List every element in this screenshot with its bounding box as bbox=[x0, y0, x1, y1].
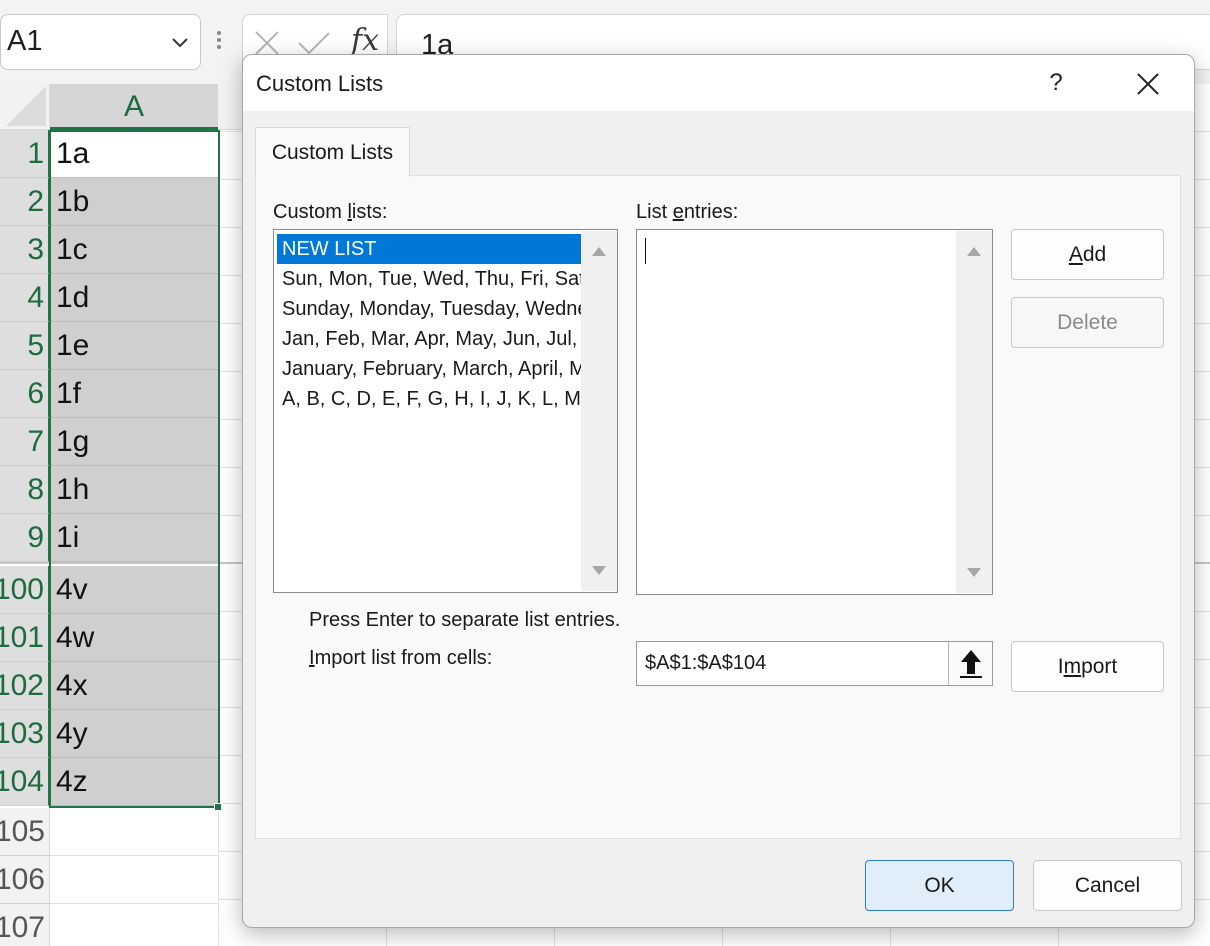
list-item[interactable]: Jan, Feb, Mar, Apr, May, Jun, Jul, bbox=[277, 324, 583, 354]
cell[interactable]: 1e bbox=[50, 322, 218, 370]
list-entries-textarea[interactable] bbox=[636, 229, 993, 595]
arrow-up-icon bbox=[960, 650, 982, 678]
list-item[interactable]: NEW LIST bbox=[277, 234, 583, 264]
lists-scrollbar[interactable] bbox=[581, 231, 617, 591]
cell[interactable]: 4z bbox=[50, 758, 218, 806]
insert-function-icon[interactable]: fx bbox=[351, 23, 379, 58]
fill-handle[interactable] bbox=[214, 803, 222, 811]
cell[interactable]: 4v bbox=[50, 566, 218, 614]
row-header[interactable]: 101 bbox=[0, 614, 50, 662]
row-header[interactable]: 4 bbox=[0, 274, 50, 322]
row-header[interactable]: 9 bbox=[0, 514, 50, 562]
name-box[interactable]: A1 bbox=[0, 14, 201, 70]
cell[interactable]: 4w bbox=[50, 614, 218, 662]
row-header[interactable]: 106 bbox=[0, 856, 50, 904]
cell[interactable]: 1h bbox=[50, 466, 218, 514]
scroll-up-icon[interactable] bbox=[592, 247, 606, 256]
cell[interactable]: 4y bbox=[50, 710, 218, 758]
custom-lists-label: Custom lists: bbox=[273, 201, 388, 223]
row-header[interactable]: 2 bbox=[0, 178, 50, 226]
enter-formula-icon[interactable] bbox=[297, 29, 331, 57]
list-item[interactable]: A, B, C, D, E, F, G, H, I, J, K, L, M, bbox=[277, 384, 583, 414]
select-all-corner[interactable] bbox=[0, 84, 50, 130]
tab-custom-lists[interactable]: Custom Lists bbox=[255, 127, 410, 177]
import-label: Import list from cells: bbox=[309, 647, 493, 669]
list-item[interactable]: Sun, Mon, Tue, Wed, Thu, Fri, Sat bbox=[277, 264, 583, 294]
hint-text: Press Enter to separate list entries. bbox=[309, 609, 621, 631]
more-options-icon[interactable] bbox=[214, 28, 224, 56]
row-header[interactable]: 3 bbox=[0, 226, 50, 274]
close-icon[interactable] bbox=[1133, 69, 1163, 99]
cell[interactable]: 1b bbox=[50, 178, 218, 226]
import-button[interactable]: Import bbox=[1011, 641, 1164, 692]
ok-button[interactable]: OK bbox=[865, 860, 1014, 911]
collapse-dialog-button[interactable] bbox=[948, 642, 992, 685]
list-item[interactable]: January, February, March, April, May bbox=[277, 354, 583, 384]
row-header[interactable]: 103 bbox=[0, 710, 50, 758]
cell[interactable]: 1g bbox=[50, 418, 218, 466]
row-header[interactable]: 6 bbox=[0, 370, 50, 418]
column-header-a[interactable]: A bbox=[50, 84, 218, 130]
row-header[interactable]: 107 bbox=[0, 904, 50, 946]
scroll-down-icon[interactable] bbox=[967, 568, 981, 577]
row-header[interactable]: 1 bbox=[0, 130, 50, 178]
custom-lists-dialog: Custom Lists ? Custom Lists Custom lists… bbox=[242, 54, 1195, 928]
cell[interactable] bbox=[50, 904, 218, 946]
dialog-titlebar[interactable]: Custom Lists ? bbox=[243, 55, 1194, 111]
cell[interactable]: 4x bbox=[50, 662, 218, 710]
scroll-down-icon[interactable] bbox=[592, 566, 606, 575]
help-button[interactable]: ? bbox=[1041, 67, 1071, 99]
row-header[interactable]: 5 bbox=[0, 322, 50, 370]
cell[interactable]: 1d bbox=[50, 274, 218, 322]
cell[interactable] bbox=[50, 808, 218, 856]
list-item[interactable]: Sunday, Monday, Tuesday, Wednesday bbox=[277, 294, 583, 324]
cell[interactable]: 1c bbox=[50, 226, 218, 274]
entries-scrollbar[interactable] bbox=[956, 231, 992, 593]
scroll-up-icon[interactable] bbox=[967, 247, 981, 256]
add-button[interactable]: Add bbox=[1011, 229, 1164, 280]
row-header[interactable]: 104 bbox=[0, 758, 50, 806]
name-box-value: A1 bbox=[7, 25, 43, 57]
custom-lists-listbox[interactable]: NEW LIST Sun, Mon, Tue, Wed, Thu, Fri, S… bbox=[273, 229, 618, 593]
row-header[interactable]: 100 bbox=[0, 566, 50, 614]
cancel-formula-icon[interactable] bbox=[253, 29, 281, 57]
row-header[interactable]: 7 bbox=[0, 418, 50, 466]
import-range-input[interactable]: $A$1:$A$104 bbox=[636, 641, 993, 686]
import-range-value: $A$1:$A$104 bbox=[645, 652, 767, 674]
row-header[interactable]: 102 bbox=[0, 662, 50, 710]
row-header[interactable]: 8 bbox=[0, 466, 50, 514]
text-caret bbox=[645, 238, 646, 264]
chevron-down-icon[interactable] bbox=[169, 31, 191, 53]
list-entries-label: List entries: bbox=[636, 201, 739, 223]
row-header[interactable]: 105 bbox=[0, 808, 50, 856]
cancel-button[interactable]: Cancel bbox=[1033, 860, 1182, 911]
cell[interactable]: 1i bbox=[50, 514, 218, 562]
cell[interactable] bbox=[50, 856, 218, 904]
dialog-title: Custom Lists bbox=[256, 71, 384, 96]
cell[interactable]: 1f bbox=[50, 370, 218, 418]
delete-button[interactable]: Delete bbox=[1011, 297, 1164, 348]
cell-active[interactable]: 1a bbox=[50, 130, 218, 178]
